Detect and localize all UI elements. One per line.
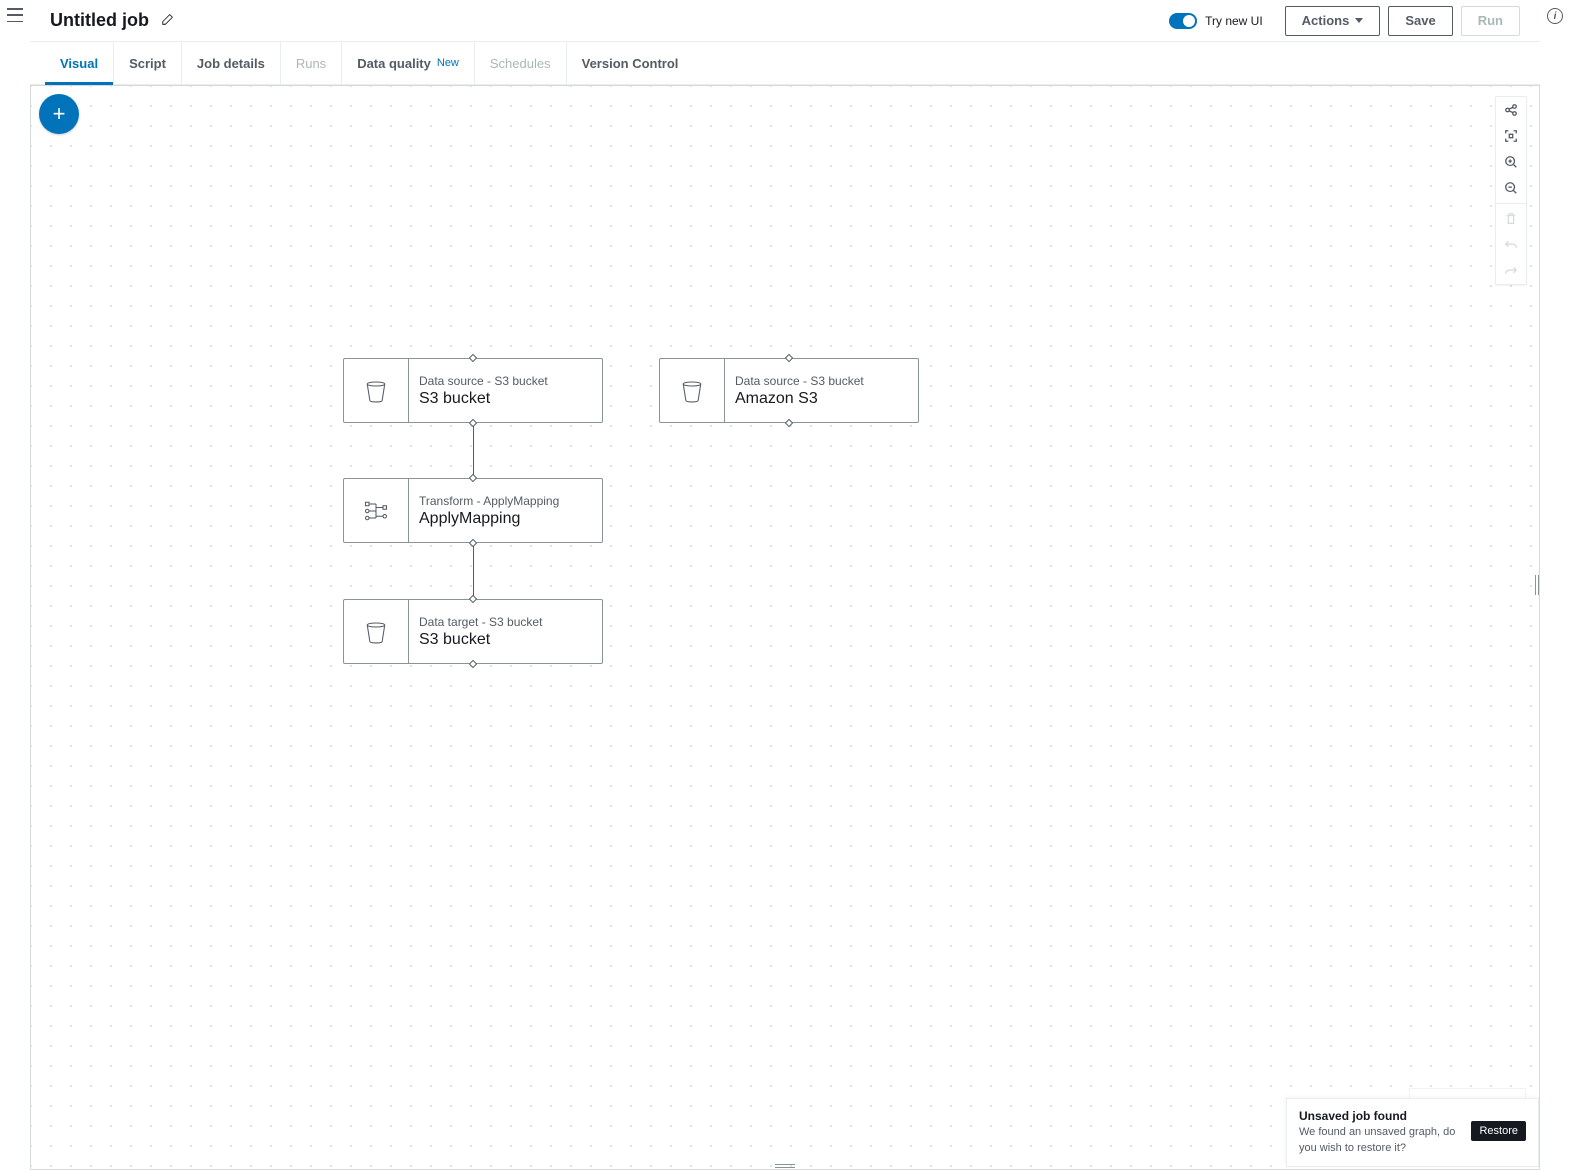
node-title: Amazon S3 — [735, 390, 908, 408]
bucket-icon — [362, 377, 390, 405]
fit-screen-icon[interactable] — [1496, 123, 1526, 149]
edge — [473, 546, 474, 596]
tab-bar: Visual Script Job details Runs Data qual… — [30, 42, 1540, 85]
tab-job-details[interactable]: Job details — [182, 42, 281, 84]
canvas[interactable]: + — [31, 86, 1539, 1169]
node-type: Data source - S3 bucket — [419, 374, 592, 388]
node-type: Data source - S3 bucket — [735, 374, 908, 388]
undo-icon — [1496, 232, 1526, 258]
node-type: Transform - ApplyMapping — [419, 494, 592, 508]
run-button: Run — [1461, 6, 1520, 36]
menu-toggle[interactable] — [7, 8, 23, 22]
try-new-ui-label: Try new UI — [1205, 14, 1263, 28]
actions-button[interactable]: Actions — [1285, 6, 1381, 36]
bucket-icon — [678, 377, 706, 405]
restore-button[interactable]: Restore — [1471, 1121, 1526, 1141]
node-data-source-s3-bucket[interactable]: Data source - S3 bucket S3 bucket — [343, 358, 603, 423]
node-title: ApplyMapping — [419, 510, 592, 528]
zoom-out-icon[interactable] — [1496, 175, 1526, 201]
header: Untitled job Try new UI Actions Save Run — [30, 0, 1540, 42]
canvas-toolbar — [1495, 96, 1527, 285]
node-transform-applymapping[interactable]: Transform - ApplyMapping ApplyMapping — [343, 478, 603, 543]
node-data-source-amazon-s3[interactable]: Data source - S3 bucket Amazon S3 — [659, 358, 919, 423]
bucket-icon — [362, 618, 390, 646]
redo-icon — [1496, 258, 1526, 284]
mapping-icon — [362, 497, 390, 525]
zoom-in-icon[interactable] — [1496, 149, 1526, 175]
tab-visual[interactable]: Visual — [45, 42, 114, 84]
unsaved-job-toast: Unsaved job found We found an unsaved gr… — [1286, 1098, 1539, 1167]
node-type: Data target - S3 bucket — [419, 615, 592, 629]
tab-data-quality[interactable]: Data qualityNew — [342, 42, 475, 84]
tab-runs: Runs — [281, 42, 342, 84]
drag-handle[interactable] — [775, 1163, 795, 1169]
node-title: S3 bucket — [419, 631, 592, 649]
tab-script[interactable]: Script — [114, 42, 182, 84]
node-data-target-s3-bucket[interactable]: Data target - S3 bucket S3 bucket — [343, 599, 603, 664]
toast-message: We found an unsaved graph, do you wish t… — [1299, 1125, 1461, 1156]
add-node-button[interactable]: + — [39, 94, 79, 134]
save-button[interactable]: Save — [1388, 6, 1452, 36]
edge — [473, 426, 474, 475]
page-title: Untitled job — [50, 10, 149, 31]
tab-schedules: Schedules — [475, 42, 567, 84]
edit-icon[interactable] — [161, 12, 175, 29]
tab-version-control[interactable]: Version Control — [567, 42, 694, 84]
resize-handle[interactable] — [1534, 575, 1540, 595]
canvas-wrap: + — [30, 85, 1540, 1170]
try-new-ui-toggle[interactable] — [1169, 13, 1197, 29]
trash-icon — [1496, 206, 1526, 232]
info-icon[interactable]: i — [1547, 8, 1563, 24]
share-icon[interactable] — [1496, 97, 1526, 123]
node-title: S3 bucket — [419, 390, 592, 408]
chevron-down-icon — [1355, 18, 1363, 23]
toast-title: Unsaved job found — [1299, 1109, 1461, 1123]
